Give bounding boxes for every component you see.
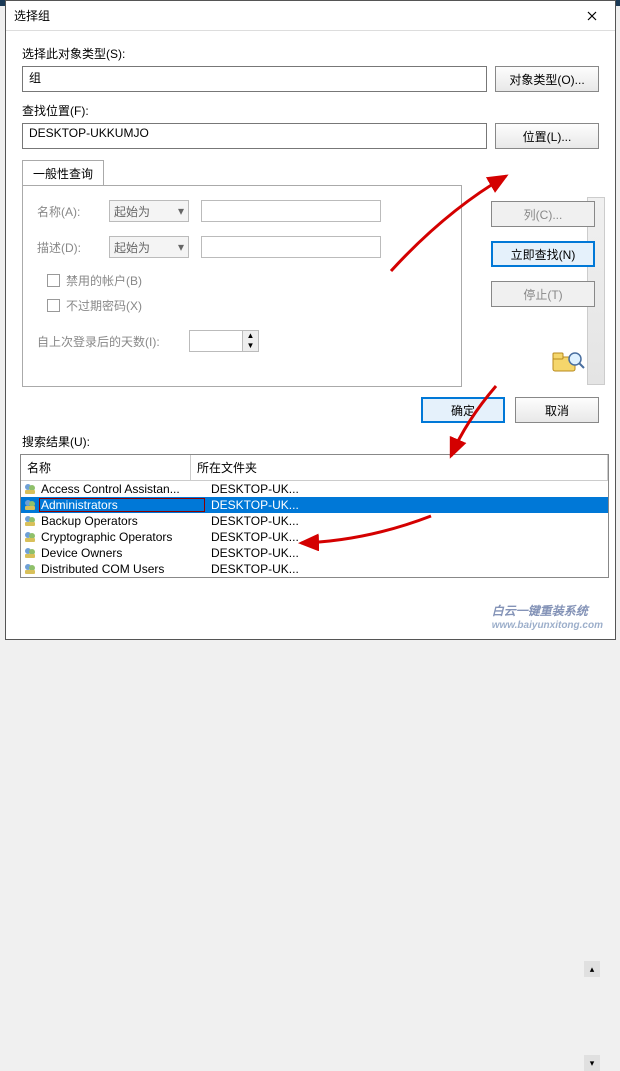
column-folder-header[interactable]: 所在文件夹	[191, 455, 608, 480]
location-label: 查找位置(F):	[22, 102, 599, 119]
desc-input[interactable]	[201, 236, 381, 258]
group-icon	[21, 482, 39, 496]
group-icon	[21, 514, 39, 528]
result-row[interactable]: Backup OperatorsDESKTOP-UK...	[21, 513, 608, 529]
find-now-button[interactable]: 立即查找(N)	[491, 241, 595, 267]
results-scrollbar[interactable]: ▴▾	[584, 961, 600, 1071]
search-results-label: 搜索结果(U):	[6, 429, 615, 454]
close-button[interactable]	[569, 1, 615, 31]
watermark: 白云一键重装系统 www.baiyunxitong.com	[492, 602, 603, 631]
disabled-accounts-label: 禁用的帐户(B)	[66, 272, 142, 289]
days-since-login-spin[interactable]: ▲▼	[189, 330, 259, 352]
column-name-header[interactable]: 名称	[21, 455, 191, 480]
object-types-button[interactable]: 对象类型(O)...	[495, 66, 599, 92]
desc-mode-combo[interactable]: 起始为▾	[109, 236, 189, 258]
group-icon	[21, 562, 39, 576]
name-label: 名称(A):	[37, 203, 97, 220]
stop-button[interactable]: 停止(T)	[491, 281, 595, 307]
nonexpiring-pw-label: 不过期密码(X)	[66, 297, 142, 314]
group-icon	[21, 546, 39, 560]
chevron-down-icon: ▾	[178, 204, 184, 218]
desc-label: 描述(D):	[37, 239, 97, 256]
locations-button[interactable]: 位置(L)...	[495, 123, 599, 149]
name-mode-combo[interactable]: 起始为▾	[109, 200, 189, 222]
chevron-down-icon: ▾	[178, 240, 184, 254]
select-group-dialog: 选择组 选择此对象类型(S): 组 对象类型(O)... 查找位置(F): DE…	[5, 0, 616, 640]
ok-button[interactable]: 确定	[421, 397, 505, 423]
result-row[interactable]: Distributed COM UsersDESKTOP-UK...	[21, 561, 608, 577]
columns-button[interactable]: 列(C)...	[491, 201, 595, 227]
window-title: 选择组	[6, 7, 569, 24]
search-icon	[551, 349, 585, 378]
group-icon	[21, 498, 39, 512]
object-type-field[interactable]: 组	[22, 66, 487, 92]
search-results-list[interactable]: 名称 所在文件夹 Access Control Assistan...DESKT…	[20, 454, 609, 578]
name-input[interactable]	[201, 200, 381, 222]
nonexpiring-pw-checkbox[interactable]	[47, 299, 60, 312]
result-row[interactable]: Device OwnersDESKTOP-UK...	[21, 545, 608, 561]
location-field[interactable]: DESKTOP-UKKUMJO	[22, 123, 487, 149]
result-row[interactable]: Access Control Assistan...DESKTOP-UK...	[21, 481, 608, 497]
object-type-label: 选择此对象类型(S):	[22, 45, 599, 62]
result-row[interactable]: Cryptographic OperatorsDESKTOP-UK...	[21, 529, 608, 545]
disabled-accounts-checkbox[interactable]	[47, 274, 60, 287]
titlebar: 选择组	[6, 1, 615, 31]
cancel-button[interactable]: 取消	[515, 397, 599, 423]
days-since-login-label: 自上次登录后的天数(I):	[37, 333, 177, 350]
result-row[interactable]: AdministratorsDESKTOP-UK...	[21, 497, 608, 513]
group-icon	[21, 530, 39, 544]
tab-common-queries[interactable]: 一般性查询	[22, 160, 104, 186]
